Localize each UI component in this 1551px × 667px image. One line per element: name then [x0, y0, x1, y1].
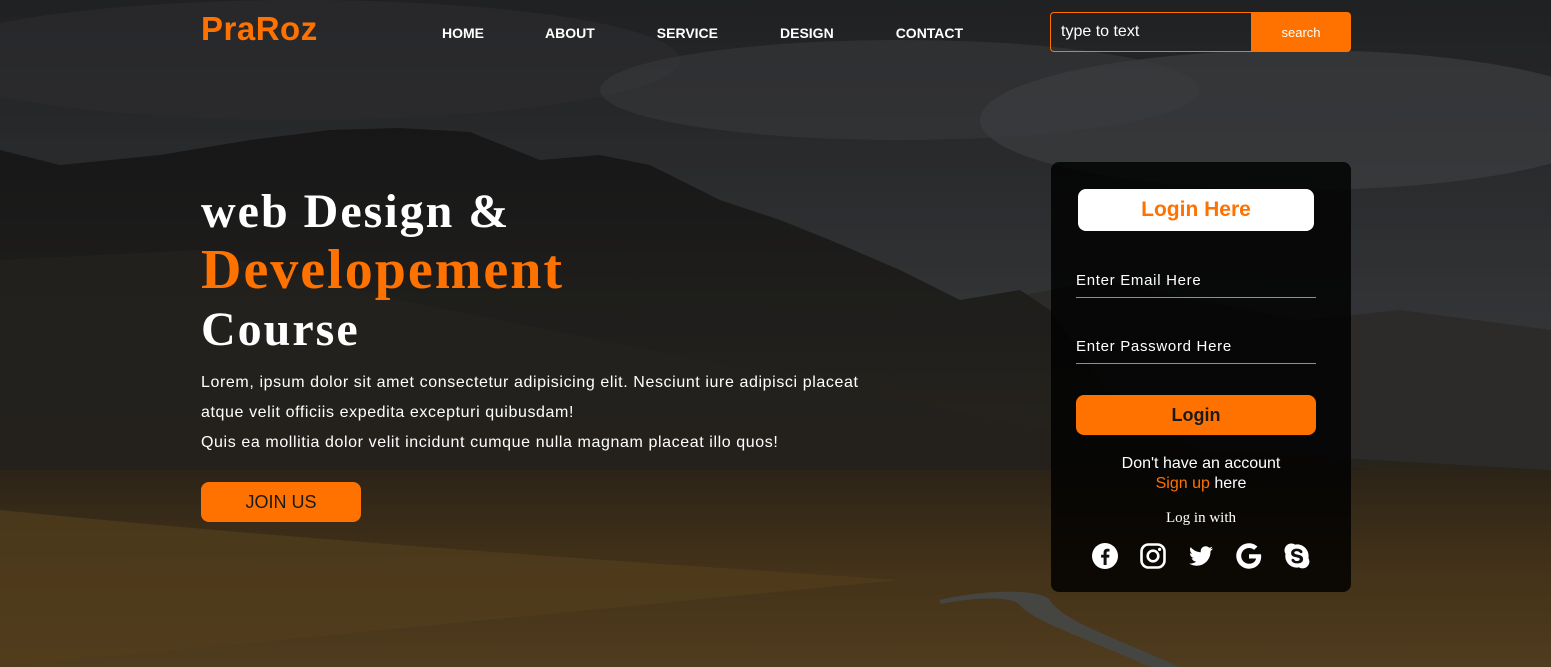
brand-logo[interactable]: PraRoz [201, 10, 318, 48]
nav-item-design[interactable]: DESIGN [780, 25, 834, 41]
social-login-icons [1091, 542, 1311, 570]
facebook-icon[interactable] [1091, 542, 1119, 570]
no-account-text: Don't have an account [1121, 455, 1281, 472]
search-button[interactable]: search [1251, 12, 1351, 52]
hero-heading-highlight: Developement [201, 239, 565, 301]
login-form: Login Here Login Don't have an account S… [1051, 162, 1351, 592]
skype-icon[interactable] [1283, 542, 1311, 570]
signup-link[interactable]: Sign up [1156, 475, 1210, 492]
hero-description-line2: atque velit officiis expedita excepturi … [201, 404, 575, 421]
email-field[interactable] [1076, 272, 1316, 298]
nav-item-service[interactable]: SERVICE [657, 25, 718, 41]
hero-description-line3: Quis ea mollitia dolor velit incidunt cu… [201, 434, 779, 451]
hero-description: Lorem, ipsum dolor sit amet consectetur … [201, 368, 921, 458]
password-field[interactable] [1076, 338, 1316, 364]
search-bar: search [1050, 12, 1351, 52]
nav-item-contact[interactable]: CONTACT [896, 25, 963, 41]
main-nav: HOME ABOUT SERVICE DESIGN CONTACT [442, 25, 963, 41]
signup-suffix: here [1209, 475, 1247, 492]
login-with-label: Log in with [1166, 510, 1236, 526]
hero-heading: web Design & Developement Course [201, 186, 564, 358]
join-us-button[interactable]: JOIN US [201, 482, 361, 522]
login-title: Login Here [1078, 189, 1314, 231]
search-input[interactable] [1050, 12, 1251, 52]
hero-heading-line3: Course [201, 303, 360, 356]
twitter-icon[interactable] [1187, 542, 1215, 570]
hero-description-line1: Lorem, ipsum dolor sit amet consectetur … [201, 374, 859, 391]
hero-heading-line1: web Design & [201, 185, 511, 238]
google-icon[interactable] [1235, 542, 1263, 570]
nav-item-about[interactable]: ABOUT [545, 25, 595, 41]
login-button[interactable]: Login [1076, 395, 1316, 435]
signup-prompt: Don't have an account Sign up here [1051, 454, 1351, 494]
instagram-icon[interactable] [1139, 542, 1167, 570]
nav-item-home[interactable]: HOME [442, 25, 484, 41]
